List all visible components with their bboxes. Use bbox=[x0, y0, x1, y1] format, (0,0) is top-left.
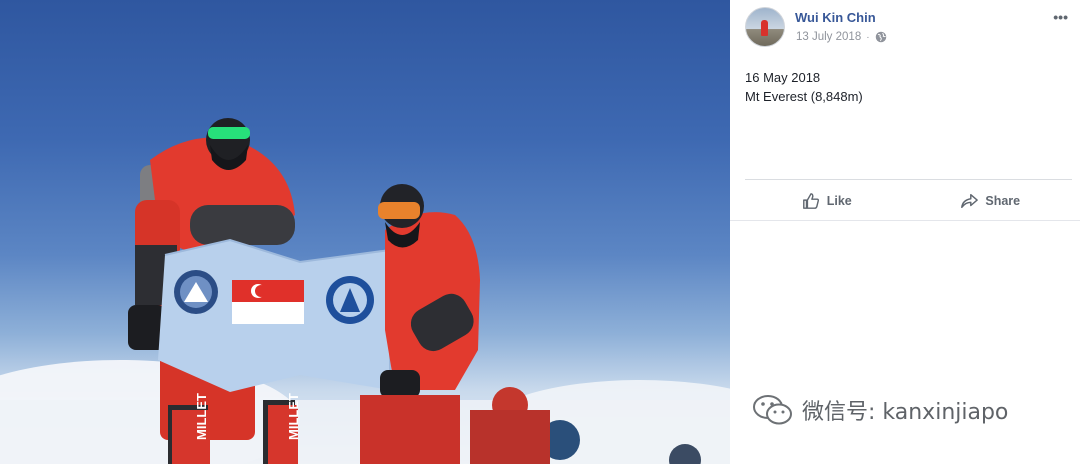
wechat-icon bbox=[753, 395, 792, 425]
post-meta: 13 July 2018 · bbox=[796, 31, 887, 43]
watermark-text: 微信号: kanxinjiapo bbox=[802, 400, 1009, 425]
author-name[interactable]: Wui Kin Chin bbox=[795, 10, 876, 25]
like-button[interactable]: Like bbox=[745, 180, 909, 221]
boot-brand-left: MILLET bbox=[194, 393, 209, 440]
post-date[interactable]: 13 July 2018 bbox=[796, 31, 861, 43]
actions-divider bbox=[730, 220, 1080, 221]
more-options-button[interactable]: ••• bbox=[1053, 9, 1068, 25]
post-text-line-2: Mt Everest (8,848m) bbox=[745, 89, 863, 104]
post-photo[interactable]: MILLET MILLET bbox=[0, 0, 730, 464]
share-icon bbox=[961, 193, 979, 208]
avatar[interactable] bbox=[745, 7, 785, 47]
share-button[interactable]: Share bbox=[909, 180, 1073, 221]
avatar-figure bbox=[761, 20, 768, 36]
thumbs-up-icon bbox=[802, 192, 819, 209]
globe-icon[interactable] bbox=[875, 31, 887, 43]
everest-summit-photo: MILLET MILLET bbox=[0, 118, 730, 464]
meta-separator: · bbox=[866, 31, 870, 43]
wechat-watermark: 微信号: kanxinjiapo bbox=[752, 393, 1008, 427]
post-text-line-1: 16 May 2018 bbox=[745, 70, 821, 85]
like-label: Like bbox=[826, 193, 852, 208]
boot-brand-right: MILLET bbox=[286, 393, 301, 440]
post-body: 16 May 2018 Mt Everest (8,848m) bbox=[745, 68, 863, 106]
post-actions: Like Share bbox=[745, 179, 1072, 221]
share-label: Share bbox=[985, 193, 1021, 208]
